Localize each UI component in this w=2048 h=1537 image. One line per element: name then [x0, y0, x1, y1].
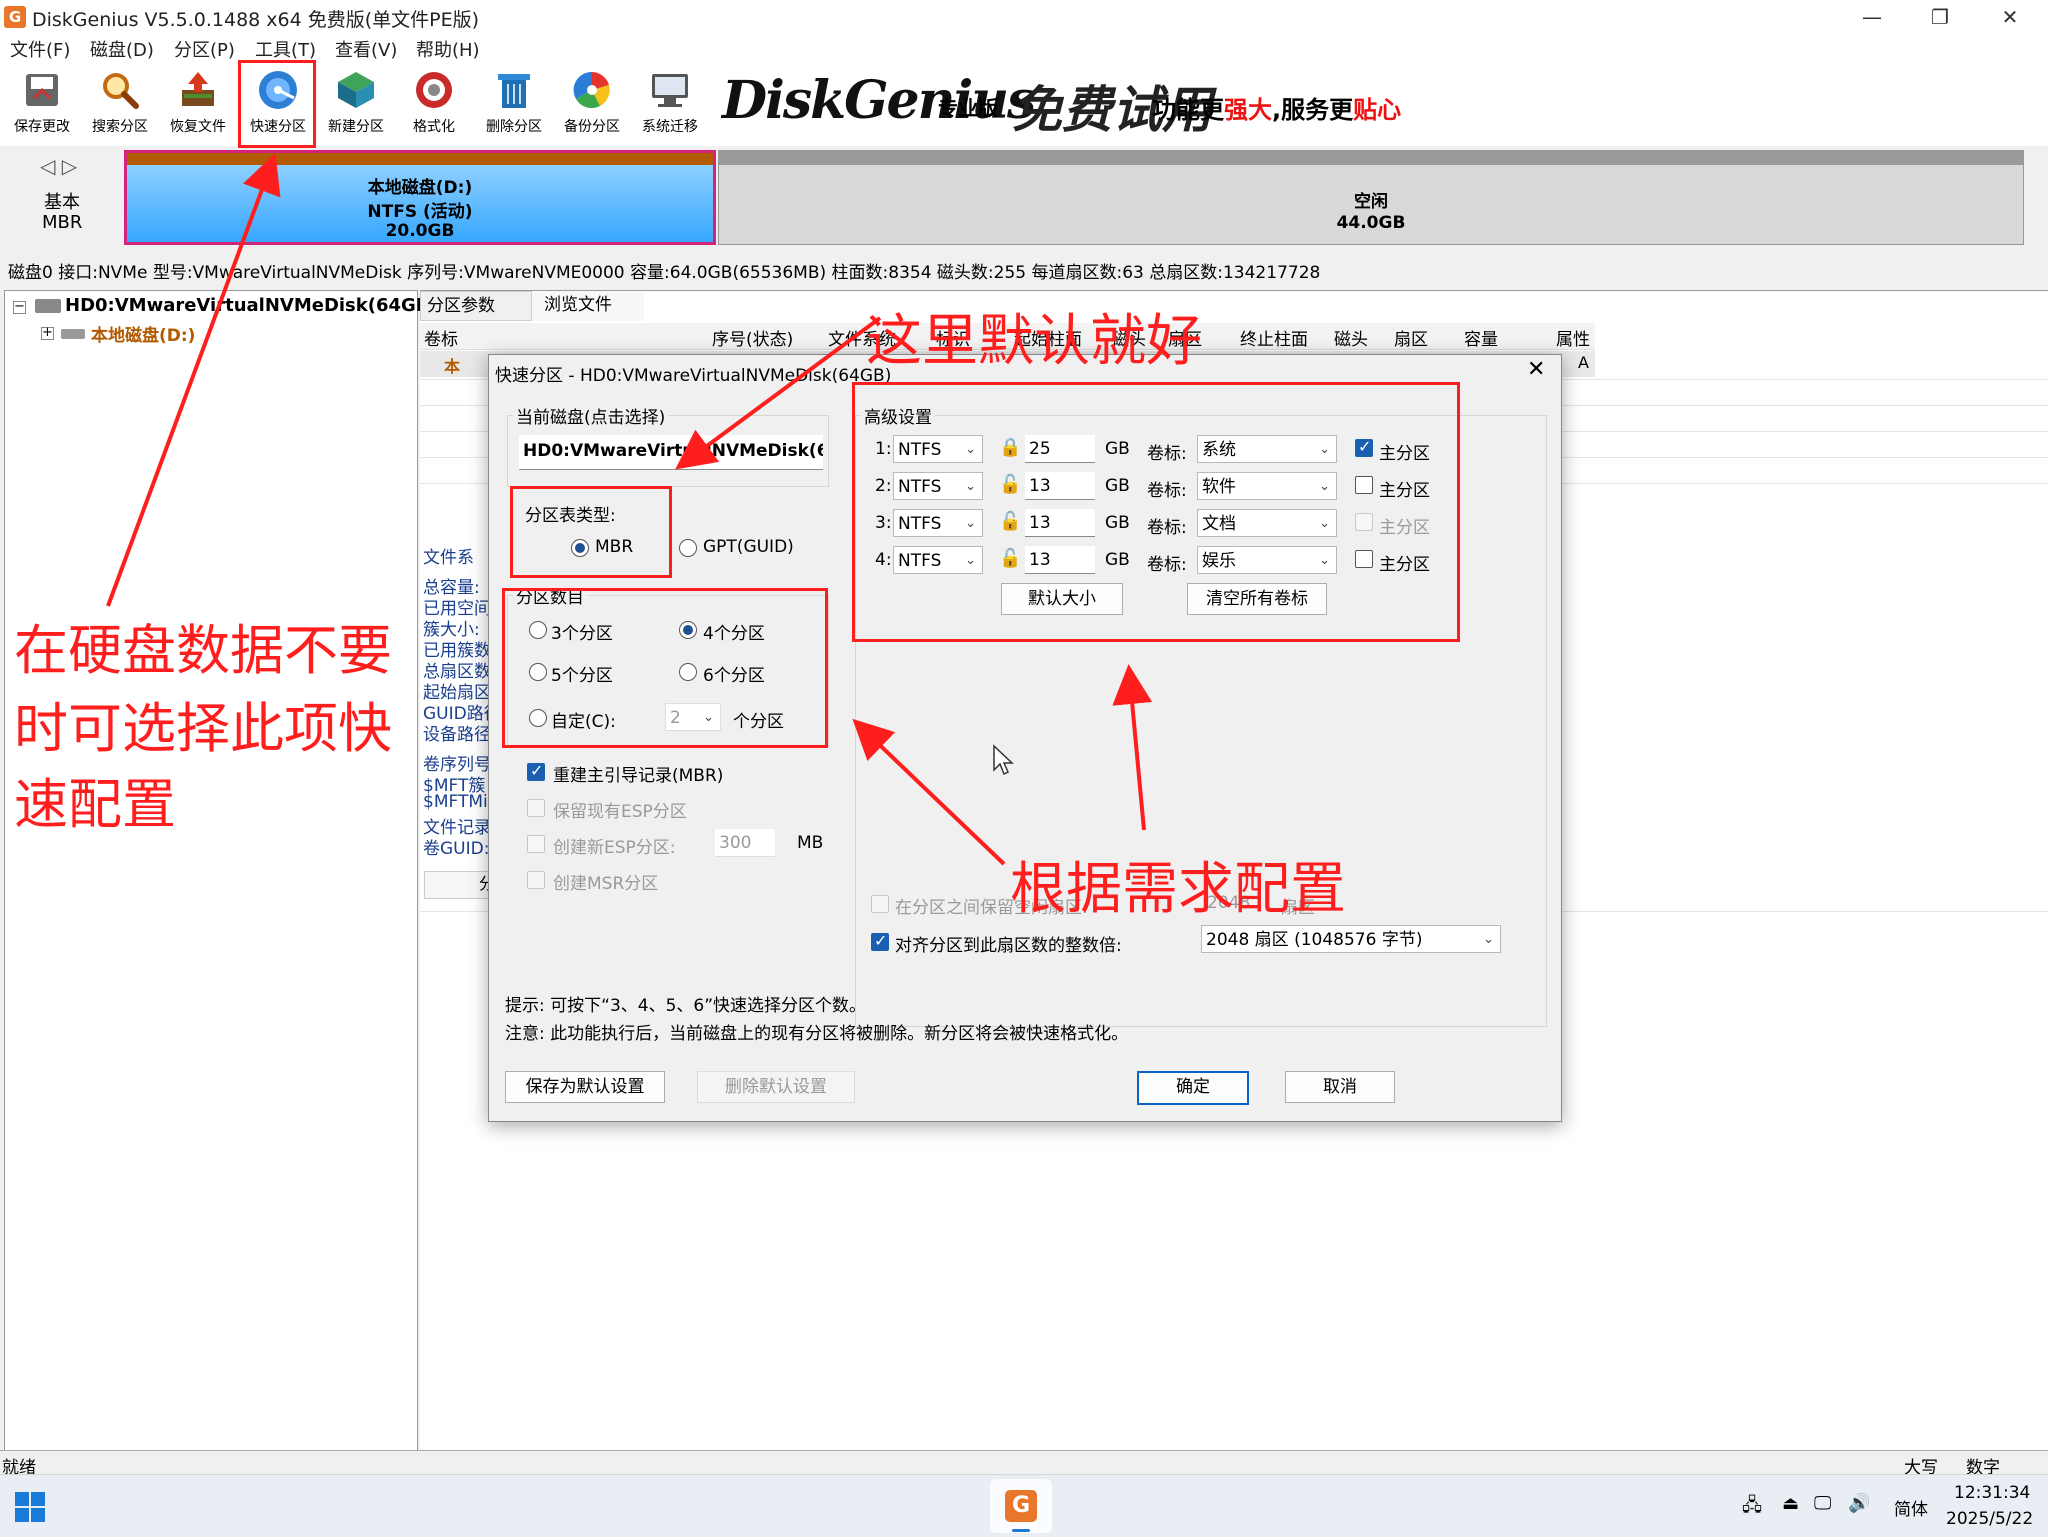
annotation-left-line1: 在硬盘数据不要 [14, 619, 392, 682]
annotation-left-line3: 速配置 [14, 773, 176, 836]
arrow-to-partition-count [852, 718, 1006, 866]
arrow-to-quick-partition [106, 152, 281, 607]
arrow-to-advanced [1112, 664, 1153, 831]
annotation-configure: 根据需求配置 [1010, 857, 1346, 922]
annotation-arrows [106, 152, 1153, 866]
arrow-to-current-disk [675, 316, 882, 470]
annotation-left-line2: 时可选择此项快 [14, 697, 392, 760]
annotation-default-ok: 这里默认就好 [866, 309, 1202, 374]
